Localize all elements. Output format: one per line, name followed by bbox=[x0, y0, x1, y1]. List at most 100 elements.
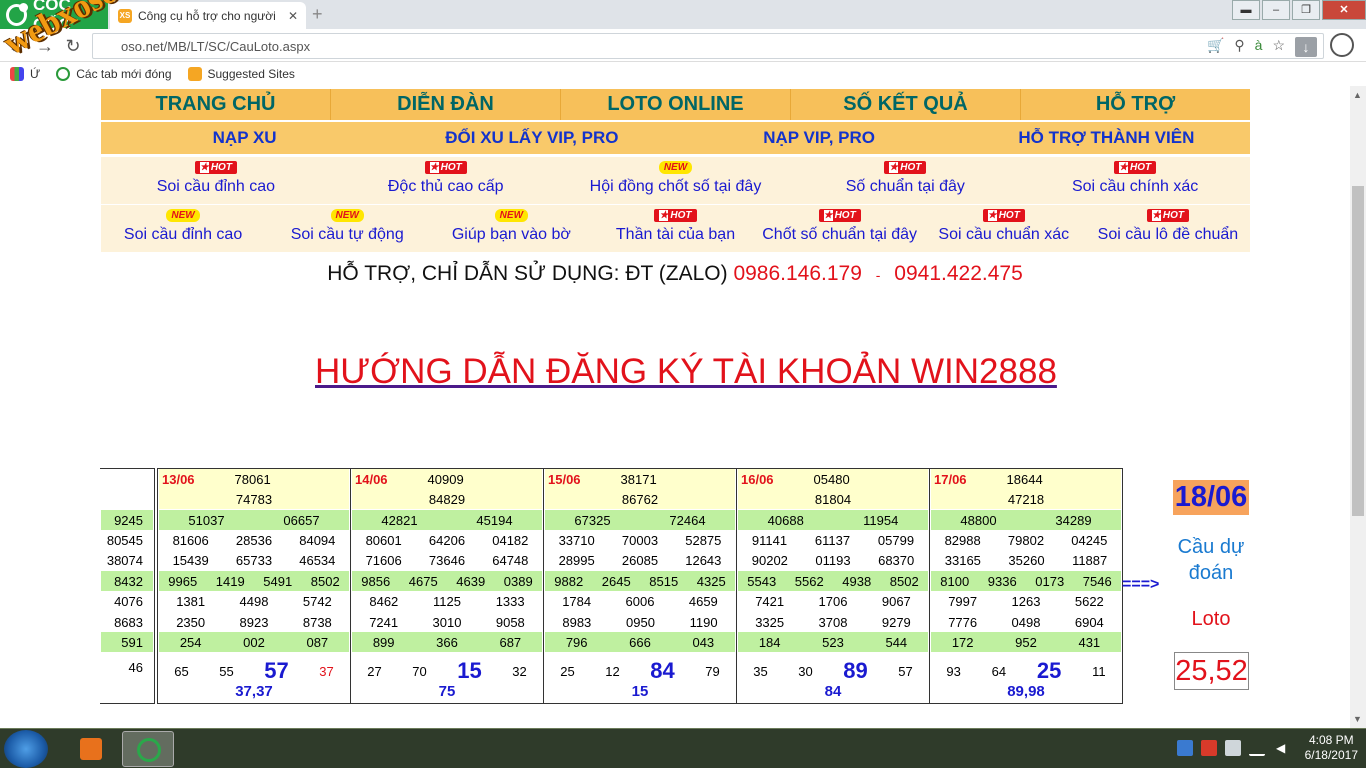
result-cell: 65 bbox=[174, 663, 189, 679]
browser-titlebar: CỐC CỐC XS Công cụ hỗ trợ cho người ✕ + … bbox=[0, 0, 1366, 34]
menu-loto-online[interactable]: LOTO ONLINE bbox=[561, 89, 791, 120]
bookmark-star-icon[interactable]: ☆ bbox=[1272, 37, 1285, 57]
feature-link[interactable]: NEW Hội đồng chốt số tại đây bbox=[561, 157, 791, 204]
maximize-icon[interactable]: ❐ bbox=[1292, 0, 1320, 20]
coccoc-taskbar-icon[interactable] bbox=[122, 731, 174, 767]
result-cell: 26085 bbox=[621, 552, 659, 568]
bookmark-recent-tabs[interactable]: Các tab mới đóng bbox=[56, 67, 172, 81]
volume-icon[interactable]: ◀ bbox=[1273, 740, 1289, 756]
result-cell: 72464 bbox=[669, 512, 706, 528]
user-icon[interactable]: ▬ bbox=[1232, 0, 1260, 20]
result-row: 13/06 78061 bbox=[159, 469, 349, 489]
menu-so-ket-qua[interactable]: SỐ KẾT QUẢ bbox=[791, 89, 1021, 120]
zoom-icon[interactable]: ⚲ bbox=[1234, 37, 1244, 57]
new-tab-icon[interactable]: + bbox=[312, 5, 330, 24]
result-row: 5543 5562 4938 8502 bbox=[738, 571, 928, 591]
scroll-down-icon[interactable]: ▼ bbox=[1353, 714, 1362, 724]
feature-link[interactable]: HOT Độc thủ cao cấp bbox=[331, 157, 561, 204]
clock[interactable]: 4:08 PM 6/18/2017 bbox=[1305, 733, 1358, 763]
battery-icon[interactable] bbox=[1224, 740, 1241, 756]
result-row: 9965 1419 5491 8502 bbox=[159, 571, 349, 591]
media-player-icon[interactable] bbox=[66, 731, 118, 767]
browser-tab[interactable]: XS Công cụ hỗ trợ cho người ✕ bbox=[110, 2, 306, 29]
result-cell: 8432 bbox=[114, 573, 143, 589]
result-cell: 38074 bbox=[106, 552, 143, 568]
start-button-icon[interactable] bbox=[4, 730, 48, 768]
address-bar[interactable]: oso.net/MB/LT/SC/CauLoto.aspx 🛒 ⚲ à ☆ ↓ bbox=[92, 33, 1324, 59]
result-date: 17/06 bbox=[934, 471, 967, 487]
result-cell: 8515 bbox=[649, 573, 679, 589]
menu-dien-dan[interactable]: DIỄN ĐÀN bbox=[331, 89, 561, 120]
result-cell: 0498 bbox=[1011, 614, 1041, 630]
result-date: 16/06 bbox=[741, 471, 774, 487]
menu-ho-tro-thanh-vien[interactable]: HỖ TRỢ THÀNH VIÊN bbox=[963, 122, 1250, 154]
signal-icon[interactable] bbox=[1248, 740, 1265, 756]
result-cell: 57 bbox=[898, 663, 913, 679]
hot-badge-icon: HOT bbox=[818, 209, 861, 222]
result-row: 9856 4675 4639 0389 bbox=[352, 571, 542, 591]
feature-link[interactable]: HOT Soi cầu đỉnh cao bbox=[101, 157, 331, 204]
hot-badge-icon: HOT bbox=[1114, 161, 1157, 174]
bookmark-suggested-sites[interactable]: Suggested Sites bbox=[187, 67, 295, 81]
main-menu: TRANG CHỦ DIỄN ĐÀN LOTO ONLINE SỐ KẾT QU… bbox=[101, 89, 1250, 120]
close-window-icon[interactable]: ✕ bbox=[1322, 0, 1366, 20]
result-cell: 666 bbox=[629, 634, 651, 650]
page-scrollbar[interactable]: ▲ ▼ bbox=[1350, 86, 1366, 728]
prediction-date: 18/06 bbox=[1173, 480, 1249, 515]
result-row: 254 002 087 bbox=[159, 632, 349, 652]
menu-nap-vip[interactable]: NẠP VIP, PRO bbox=[676, 122, 963, 154]
menu-doi-xu[interactable]: ĐỔI XU LẤY VIP, PRO bbox=[388, 122, 675, 154]
clock-time: 4:08 PM bbox=[1308, 733, 1354, 747]
result-cell: 78061 bbox=[234, 471, 271, 487]
support-phone-1[interactable]: 0986.146.179 bbox=[733, 262, 861, 285]
result-cell: 82988 bbox=[944, 532, 981, 548]
result-cell: 67325 bbox=[574, 512, 611, 528]
feature-link[interactable]: NEW Soi cầu đỉnh cao bbox=[101, 205, 265, 252]
download-icon[interactable]: ↓ bbox=[1295, 37, 1317, 57]
reload-icon[interactable]: ↻ bbox=[62, 36, 84, 57]
result-row: 1784 6006 4659 bbox=[545, 591, 735, 611]
cart-icon[interactable]: 🛒 bbox=[1207, 37, 1224, 57]
result-cell: 4659 bbox=[688, 593, 718, 609]
result-card-14-06: 14/06 40909 84829 42821 45194 80601 64206 04182… bbox=[350, 468, 544, 704]
antivirus-icon[interactable] bbox=[1200, 740, 1217, 756]
tab-close-icon[interactable]: ✕ bbox=[288, 9, 298, 23]
feature-link[interactable]: NEW Soi cầu tự động bbox=[265, 205, 429, 252]
feature-link[interactable]: HOT Số chuẩn tại đây bbox=[790, 157, 1020, 204]
feature-link[interactable]: HOT Chốt số chuẩn tại đây bbox=[758, 205, 922, 252]
menu-ho-tro[interactable]: HỖ TRỢ bbox=[1021, 89, 1250, 120]
address-text: oso.net/MB/LT/SC/CauLoto.aspx bbox=[121, 38, 311, 54]
registration-guide-link[interactable]: HƯỚNG DẪN ĐĂNG KÝ TÀI KHOẢN WIN2888 bbox=[315, 352, 1057, 392]
feature-link[interactable]: HOT Soi cầu chuẩn xác bbox=[922, 205, 1086, 252]
result-row: 8432 bbox=[101, 571, 153, 591]
result-cell: 46 bbox=[128, 659, 143, 675]
browser-menu-icon[interactable] bbox=[1330, 33, 1354, 57]
result-cell: 64748 bbox=[492, 552, 529, 568]
menu-trang-chu[interactable]: TRANG CHỦ bbox=[101, 89, 331, 120]
scroll-thumb[interactable] bbox=[1352, 186, 1364, 516]
prediction-label-line2: đoán bbox=[1188, 562, 1234, 584]
result-sum: 75 bbox=[438, 682, 456, 700]
feature-link[interactable]: HOT Soi cầu lô đề chuẩn bbox=[1086, 205, 1250, 252]
result-cell: 64 bbox=[991, 663, 1007, 679]
scroll-up-icon[interactable]: ▲ bbox=[1353, 90, 1362, 100]
result-cell: 51037 bbox=[188, 512, 225, 528]
result-cell: 12643 bbox=[685, 552, 722, 568]
feature-link[interactable]: HOT Thần tài của bạn bbox=[593, 205, 757, 252]
result-row: 51037 06657 bbox=[159, 510, 349, 530]
feature-links-row1: HOT Soi cầu đỉnh cao HOT Độc thủ cao cấp N… bbox=[101, 156, 1250, 204]
new-badge-icon: NEW bbox=[166, 209, 200, 222]
result-cell: 899 bbox=[372, 634, 395, 650]
bookmark-apps[interactable]: Ứ bbox=[10, 67, 40, 81]
network-share-icon[interactable] bbox=[1176, 740, 1193, 756]
feature-link[interactable]: NEW Giúp bạn vào bờ bbox=[429, 205, 593, 252]
feature-link[interactable]: HOT Soi cầu chính xác bbox=[1020, 157, 1250, 204]
result-cell: 01193 bbox=[815, 552, 851, 568]
result-cell: 32 bbox=[512, 663, 527, 679]
result-row: 75 bbox=[352, 681, 542, 701]
menu-nap-xu[interactable]: NẠP XU bbox=[101, 122, 388, 154]
minimize-icon[interactable]: – bbox=[1262, 0, 1290, 20]
support-phone-2[interactable]: 0941.422.475 bbox=[894, 262, 1022, 285]
result-cell: 591 bbox=[121, 634, 143, 650]
translate-icon[interactable]: à bbox=[1255, 37, 1263, 57]
